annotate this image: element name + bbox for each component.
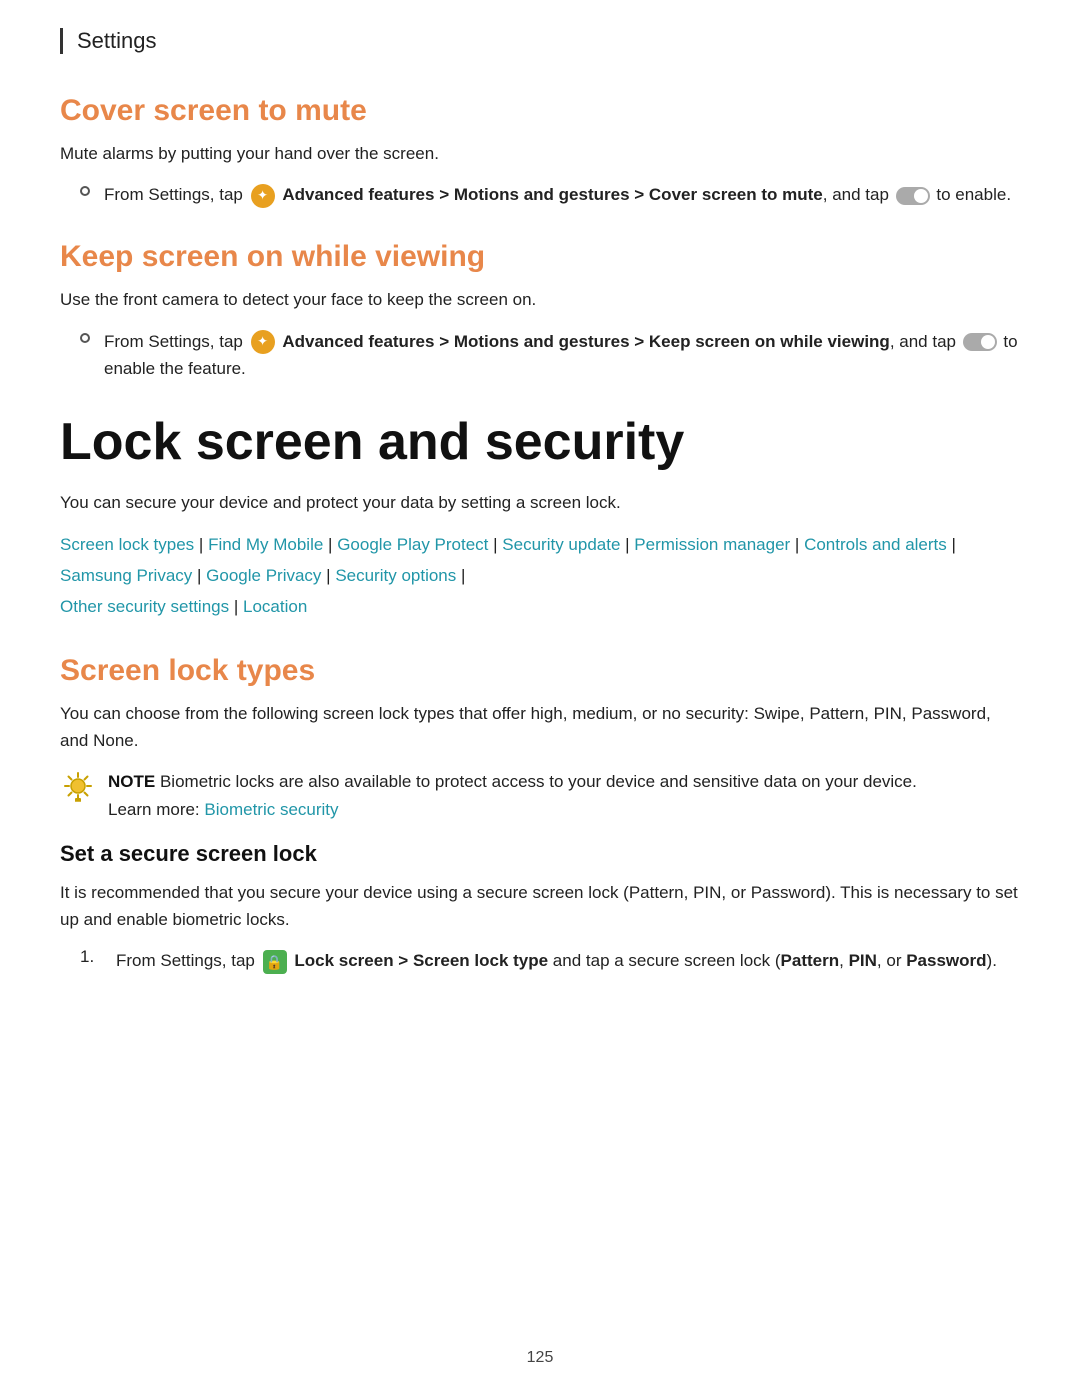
cover-screen-bullet: From Settings, tap Advanced features > M… [80,181,1020,208]
lock-screen-links: Screen lock types | Find My Mobile | Goo… [60,530,1020,622]
set-secure-screen-lock-description: It is recommended that you secure your d… [60,879,1020,933]
link-location[interactable]: Location [243,597,307,616]
link-security-update[interactable]: Security update [502,535,620,554]
gear-icon [251,184,275,208]
link-other-security-settings[interactable]: Other security settings [60,597,229,616]
page-number: 125 [0,1349,1080,1367]
cover-screen-bullet-text: From Settings, tap Advanced features > M… [104,181,1020,208]
cover-screen-heading: Cover screen to mute [60,94,1020,128]
link-controls-alerts[interactable]: Controls and alerts [804,535,947,554]
page-container: Settings Cover screen to mute Mute alarm… [0,0,1080,1397]
bullet-circle-icon [80,186,90,196]
section-screen-lock-types: Screen lock types You can choose from th… [60,654,1020,974]
note-content: NOTE Biometric locks are also available … [108,768,917,822]
link-samsung-privacy[interactable]: Samsung Privacy [60,566,192,585]
keep-screen-bullet-text: From Settings, tap Advanced features > M… [104,328,1020,382]
link-find-my-mobile[interactable]: Find My Mobile [208,535,323,554]
lock-screen-description: You can secure your device and protect y… [60,489,1020,516]
link-security-options[interactable]: Security options [335,566,456,585]
gear-icon-2 [251,330,275,354]
note-text: Biometric locks are also available to pr… [108,772,917,818]
section-cover-screen: Cover screen to mute Mute alarms by putt… [60,94,1020,208]
lock-screen-heading: Lock screen and security [60,414,1020,471]
set-secure-screen-lock-heading: Set a secure screen lock [60,841,1020,867]
lock-screen-icon [263,950,287,974]
link-screen-lock-types[interactable]: Screen lock types [60,535,194,554]
keep-screen-bullet: From Settings, tap Advanced features > M… [80,328,1020,382]
step-1-text: From Settings, tap Lock screen > Screen … [116,947,1020,974]
note-lightbulb-icon [60,770,96,806]
link-google-play-protect[interactable]: Google Play Protect [337,535,488,554]
link-google-privacy[interactable]: Google Privacy [206,566,321,585]
section-lock-screen: Lock screen and security You can secure … [60,414,1020,622]
keep-screen-description: Use the front camera to detect your face… [60,286,1020,313]
link-biometric-security[interactable]: Biometric security [204,800,338,819]
screen-lock-types-heading: Screen lock types [60,654,1020,688]
page-header-title: Settings [77,28,157,53]
screen-lock-types-description: You can choose from the following screen… [60,700,1020,754]
page-header: Settings [60,28,1020,54]
keep-screen-heading: Keep screen on while viewing [60,240,1020,274]
step-number-1: 1. [80,947,102,967]
toggle-switch-icon-2 [963,333,997,351]
section-keep-screen: Keep screen on while viewing Use the fro… [60,240,1020,382]
link-permission-manager[interactable]: Permission manager [634,535,790,554]
cover-screen-description: Mute alarms by putting your hand over th… [60,140,1020,167]
note-box: NOTE Biometric locks are also available … [60,768,1020,822]
bullet-circle-icon-2 [80,333,90,343]
numbered-step-1: 1. From Settings, tap Lock screen > Scre… [80,947,1020,974]
note-label: NOTE [108,772,155,791]
toggle-switch-icon [896,187,930,205]
